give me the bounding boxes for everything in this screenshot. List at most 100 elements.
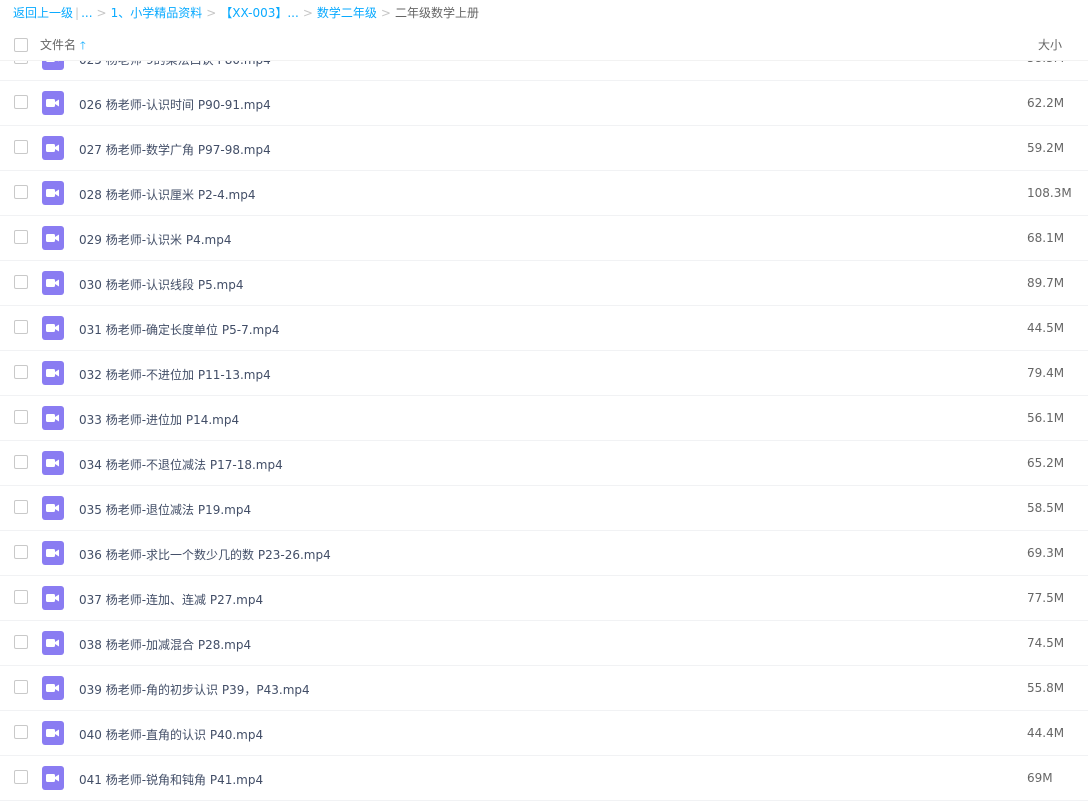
breadcrumb-item[interactable]: 1、小学精品资料 bbox=[111, 6, 203, 20]
video-file-icon bbox=[42, 721, 64, 745]
video-file-icon bbox=[42, 361, 64, 385]
file-name[interactable]: 025 杨老师-9的乘法口诀 P80.mp4 bbox=[79, 61, 271, 68]
file-row[interactable]: 035 杨老师-退位减法 P19.mp4 58.5M bbox=[0, 486, 1088, 531]
video-file-icon bbox=[42, 61, 64, 70]
row-checkbox[interactable] bbox=[14, 590, 28, 604]
breadcrumb: 返回上一级 |... >1、小学精品资料 > 【XX-003】... > 数学二年级 > 二年级… bbox=[13, 4, 479, 22]
video-file-icon bbox=[42, 271, 64, 295]
file-size: 62.2M bbox=[1027, 96, 1065, 110]
breadcrumb-ellipsis[interactable]: ... bbox=[81, 6, 92, 20]
row-checkbox[interactable] bbox=[14, 95, 28, 109]
file-size: 79.4M bbox=[1027, 366, 1065, 380]
file-name[interactable]: 026 杨老师-认识时间 P90-91.mp4 bbox=[79, 96, 271, 113]
video-file-icon bbox=[42, 316, 64, 340]
file-name[interactable]: 039 杨老师-角的初步认识 P39，P43.mp4 bbox=[79, 681, 310, 698]
row-checkbox[interactable] bbox=[14, 365, 28, 379]
file-name[interactable]: 031 杨老师-确定长度单位 P5-7.mp4 bbox=[79, 321, 279, 338]
file-name[interactable]: 040 杨老师-直角的认识 P40.mp4 bbox=[79, 726, 263, 743]
video-file-icon bbox=[42, 676, 64, 700]
row-checkbox[interactable] bbox=[14, 725, 28, 739]
video-file-icon bbox=[42, 541, 64, 565]
file-size: 74.5M bbox=[1027, 636, 1065, 650]
file-row[interactable]: 029 杨老师-认识米 P4.mp4 68.1M bbox=[0, 216, 1088, 261]
video-file-icon bbox=[42, 766, 64, 790]
breadcrumb-separator: > bbox=[302, 6, 313, 20]
name-column-label: 文件名 bbox=[40, 38, 77, 52]
file-name[interactable]: 028 杨老师-认识厘米 P2-4.mp4 bbox=[79, 186, 255, 203]
file-list-rows: 025 杨老师-9的乘法口诀 P80.mp4 58.3M 026 杨老师-认识时间 … bbox=[0, 61, 1088, 801]
file-size: 68.1M bbox=[1027, 231, 1065, 245]
file-size: 55.8M bbox=[1027, 681, 1065, 695]
file-size: 58.3M bbox=[1027, 61, 1064, 65]
file-name[interactable]: 035 杨老师-退位减法 P19.mp4 bbox=[79, 501, 251, 518]
row-checkbox[interactable] bbox=[14, 500, 28, 514]
file-size: 44.5M bbox=[1027, 321, 1065, 335]
row-checkbox[interactable] bbox=[14, 635, 28, 649]
file-name[interactable]: 037 杨老师-连加、连减 P27.mp4 bbox=[79, 591, 263, 608]
video-file-icon bbox=[42, 181, 64, 205]
video-file-icon bbox=[42, 586, 64, 610]
file-name[interactable]: 034 杨老师-不退位减法 P17-18.mp4 bbox=[79, 456, 283, 473]
file-size: 89.7M bbox=[1027, 276, 1065, 290]
file-row[interactable]: 025 杨老师-9的乘法口诀 P80.mp4 58.3M bbox=[0, 61, 1088, 81]
file-row[interactable]: 032 杨老师-不进位加 P11-13.mp4 79.4M bbox=[0, 351, 1088, 396]
file-name[interactable]: 029 杨老师-认识米 P4.mp4 bbox=[79, 231, 232, 248]
file-row[interactable]: 033 杨老师-进位加 P14.mp4 56.1M bbox=[0, 396, 1088, 441]
file-row[interactable]: 040 杨老师-直角的认识 P40.mp4 44.4M bbox=[0, 711, 1088, 756]
breadcrumb-item[interactable]: 【XX-003】... bbox=[220, 6, 299, 20]
file-list-header: 文件名 🡑 大小 bbox=[0, 30, 1088, 61]
file-name[interactable]: 036 杨老师-求比一个数少几的数 P23-26.mp4 bbox=[79, 546, 331, 563]
row-checkbox[interactable] bbox=[14, 230, 28, 244]
video-file-icon bbox=[42, 496, 64, 520]
row-checkbox[interactable] bbox=[14, 320, 28, 334]
row-checkbox[interactable] bbox=[14, 455, 28, 469]
row-checkbox[interactable] bbox=[14, 185, 28, 199]
select-all-checkbox[interactable] bbox=[14, 38, 28, 52]
video-file-icon bbox=[42, 451, 64, 475]
row-checkbox[interactable] bbox=[14, 680, 28, 694]
file-row[interactable]: 041 杨老师-锐角和钝角 P41.mp4 69M bbox=[0, 756, 1088, 801]
size-column-header[interactable]: 大小 bbox=[1038, 36, 1062, 53]
file-name[interactable]: 032 杨老师-不进位加 P11-13.mp4 bbox=[79, 366, 271, 383]
row-checkbox[interactable] bbox=[14, 275, 28, 289]
breadcrumb-separator: > bbox=[380, 6, 391, 20]
file-row[interactable]: 039 杨老师-角的初步认识 P39，P43.mp4 55.8M bbox=[0, 666, 1088, 711]
file-size: 59.2M bbox=[1027, 141, 1065, 155]
file-row[interactable]: 038 杨老师-加减混合 P28.mp4 74.5M bbox=[0, 621, 1088, 666]
row-checkbox[interactable] bbox=[14, 140, 28, 154]
file-list[interactable]: 025 杨老师-9的乘法口诀 P80.mp4 58.3M 026 杨老师-认识时间 … bbox=[0, 61, 1088, 802]
video-file-icon bbox=[42, 406, 64, 430]
file-name[interactable]: 041 杨老师-锐角和钝角 P41.mp4 bbox=[79, 771, 263, 788]
file-name[interactable]: 038 杨老师-加减混合 P28.mp4 bbox=[79, 636, 251, 653]
breadcrumb-separator: > bbox=[96, 6, 107, 20]
file-row[interactable]: 031 杨老师-确定长度单位 P5-7.mp4 44.5M bbox=[0, 306, 1088, 351]
file-row[interactable]: 026 杨老师-认识时间 P90-91.mp4 62.2M bbox=[0, 81, 1088, 126]
file-name[interactable]: 033 杨老师-进位加 P14.mp4 bbox=[79, 411, 239, 428]
video-file-icon bbox=[42, 136, 64, 160]
file-row[interactable]: 037 杨老师-连加、连减 P27.mp4 77.5M bbox=[0, 576, 1088, 621]
name-column-header[interactable]: 文件名 🡑 bbox=[40, 36, 86, 56]
file-row[interactable]: 028 杨老师-认识厘米 P2-4.mp4 108.3M bbox=[0, 171, 1088, 216]
breadcrumb-item[interactable]: 数学二年级 bbox=[317, 6, 377, 20]
video-file-icon bbox=[42, 226, 64, 250]
file-name[interactable]: 027 杨老师-数学广角 P97-98.mp4 bbox=[79, 141, 271, 158]
breadcrumb-divider: | bbox=[75, 6, 80, 20]
file-size: 44.4M bbox=[1027, 726, 1065, 740]
video-file-icon bbox=[42, 91, 64, 115]
file-size: 69.3M bbox=[1027, 546, 1065, 560]
file-size: 65.2M bbox=[1027, 456, 1065, 470]
back-link[interactable]: 返回上一级 bbox=[13, 6, 73, 20]
breadcrumb-current: 二年级数学上册 bbox=[394, 6, 479, 20]
row-checkbox[interactable] bbox=[14, 410, 28, 424]
row-checkbox[interactable] bbox=[14, 61, 28, 64]
row-checkbox[interactable] bbox=[14, 545, 28, 559]
video-file-icon bbox=[42, 631, 64, 655]
file-row[interactable]: 030 杨老师-认识线段 P5.mp4 89.7M bbox=[0, 261, 1088, 306]
file-size: 69M bbox=[1027, 771, 1053, 785]
file-row[interactable]: 034 杨老师-不退位减法 P17-18.mp4 65.2M bbox=[0, 441, 1088, 486]
row-checkbox[interactable] bbox=[14, 770, 28, 784]
file-name[interactable]: 030 杨老师-认识线段 P5.mp4 bbox=[79, 276, 244, 293]
file-row[interactable]: 036 杨老师-求比一个数少几的数 P23-26.mp4 69.3M bbox=[0, 531, 1088, 576]
file-row[interactable]: 027 杨老师-数学广角 P97-98.mp4 59.2M bbox=[0, 126, 1088, 171]
sort-ascending-icon[interactable]: 🡑 bbox=[80, 39, 86, 52]
